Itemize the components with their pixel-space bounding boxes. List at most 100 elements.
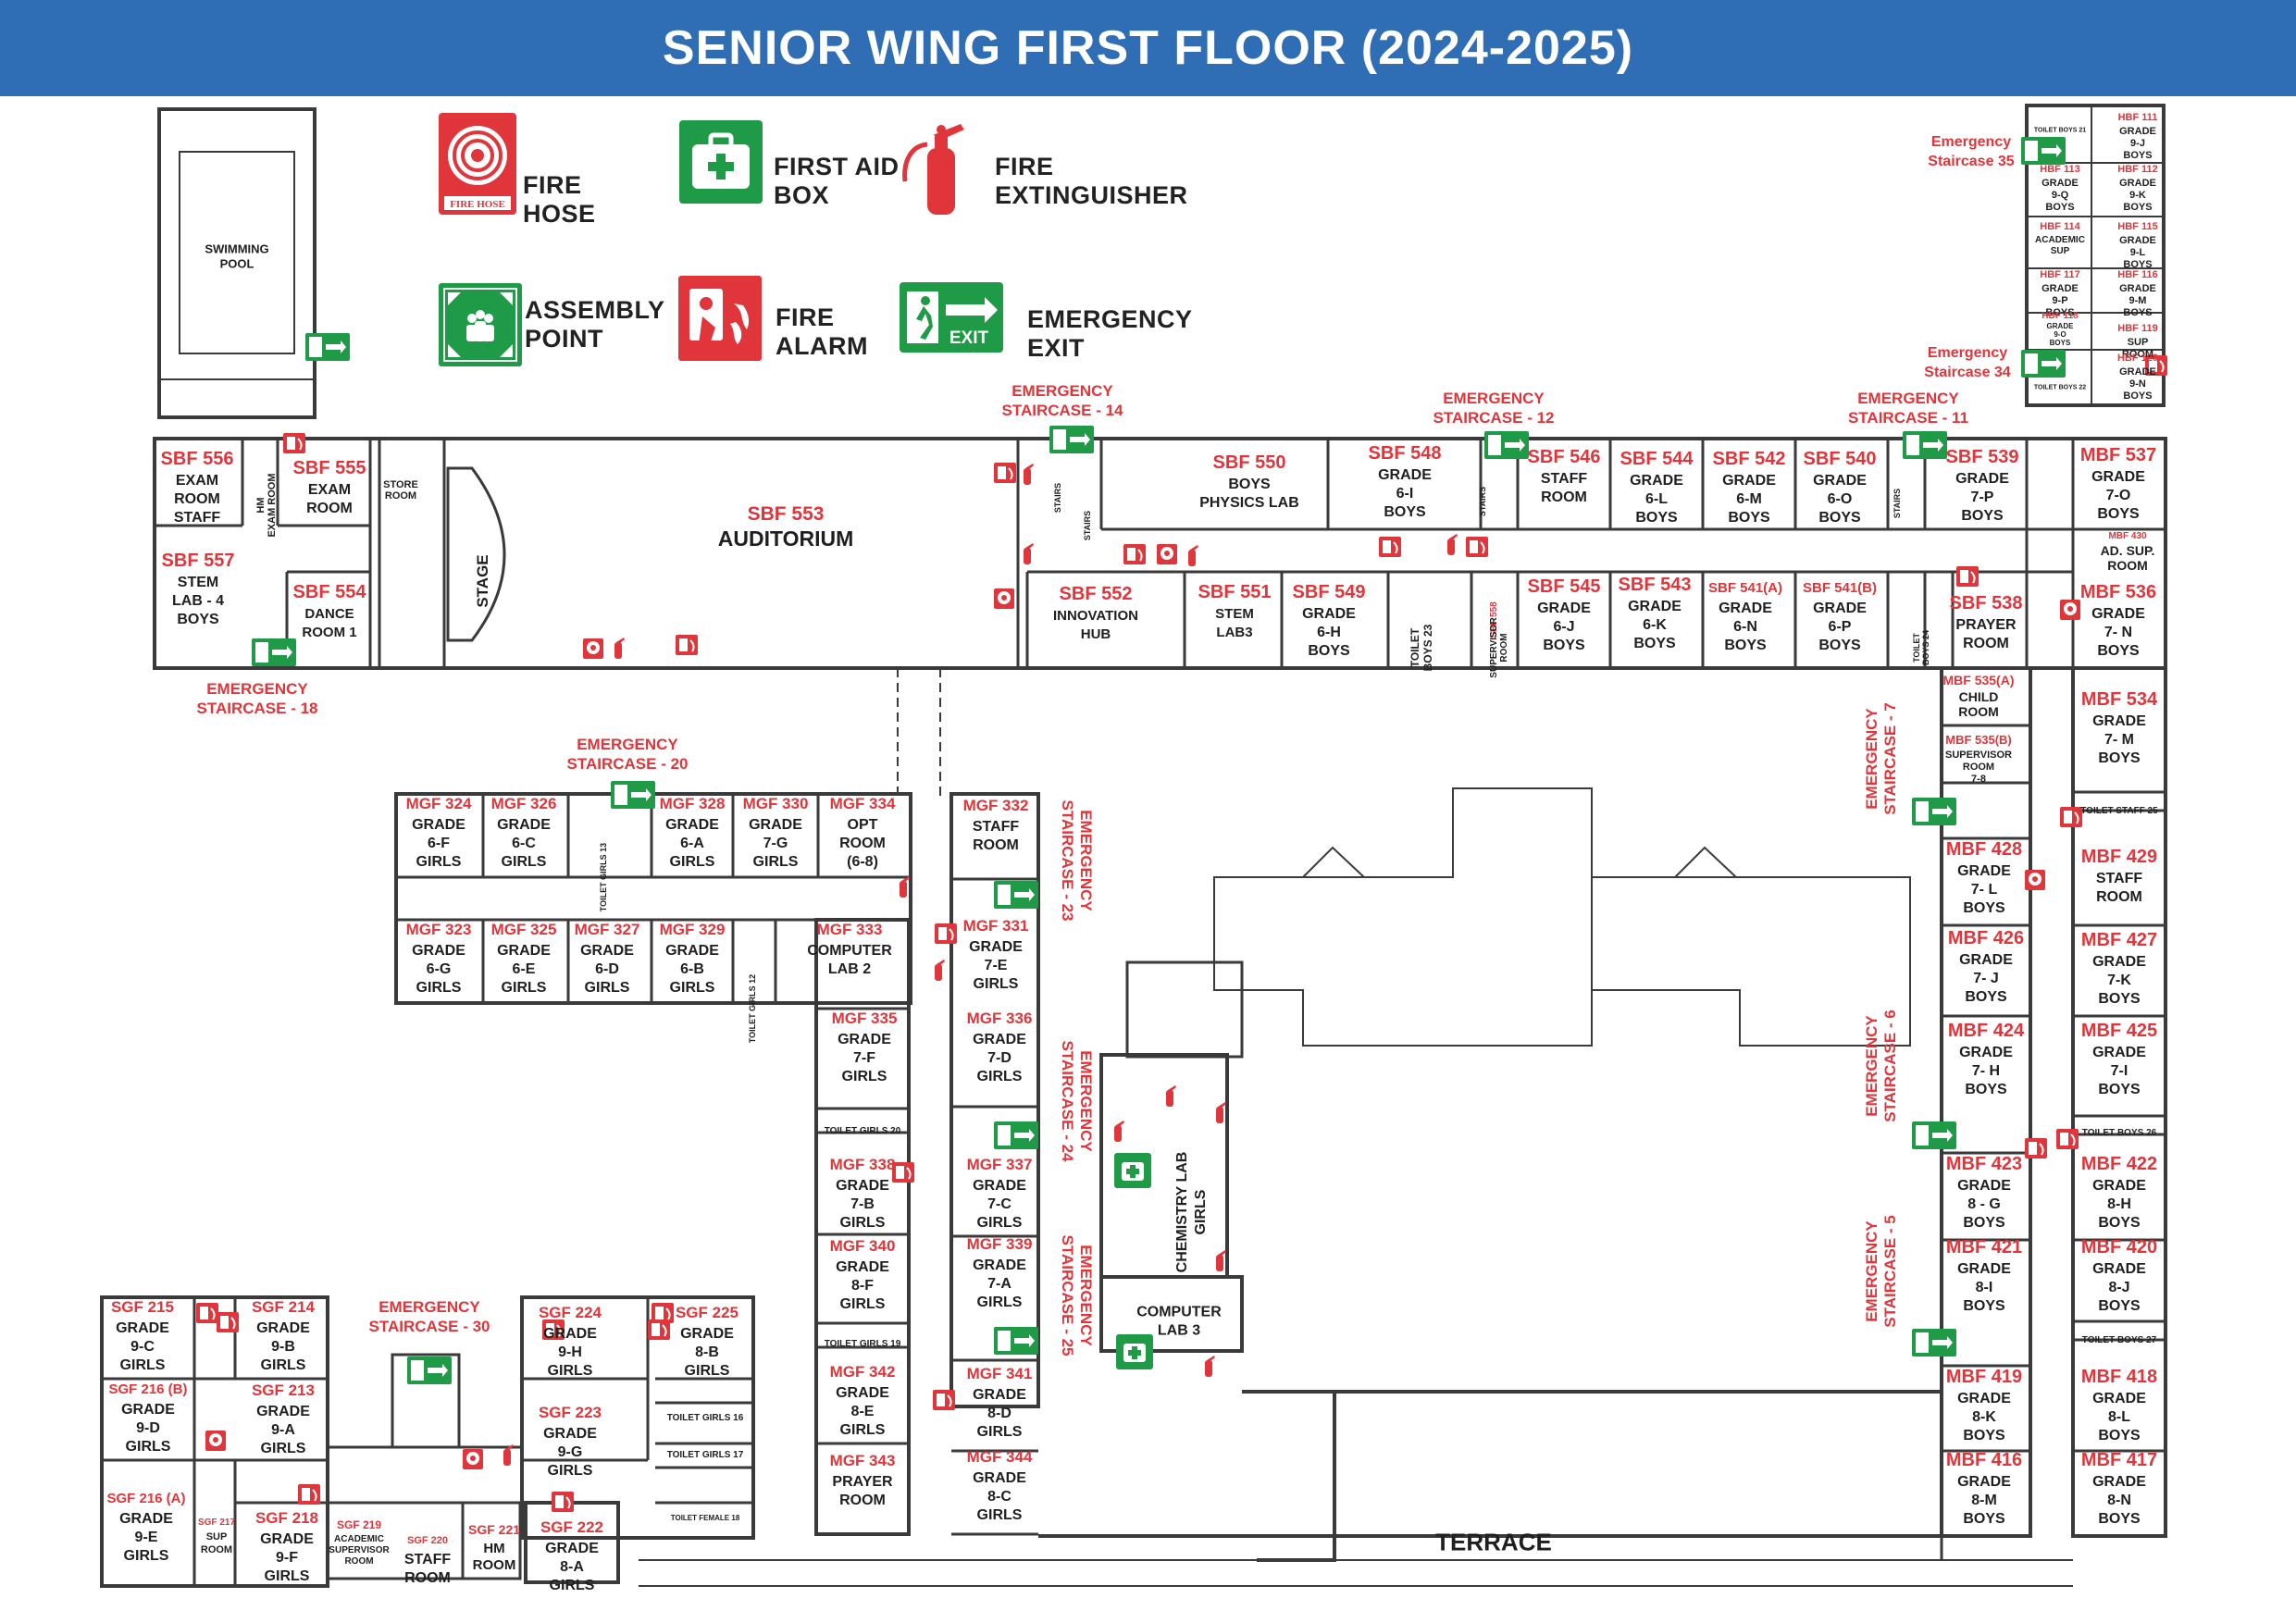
room-code-mbf-420: MBF 420 (2081, 1237, 2157, 1258)
room-label: GRADE (2119, 366, 2156, 378)
room-label: STAFF (973, 819, 1020, 835)
room-label: 9-L (2130, 247, 2146, 258)
room-label: BOYS (1965, 989, 2007, 1005)
emergency-staircase-label: STAIRCASE - 18 (197, 700, 318, 717)
room-label: BOYS (1228, 477, 1271, 492)
room-label: ROOM (344, 1556, 373, 1567)
room-label: SUPERVISOR (1945, 750, 2012, 761)
room-label: BOYS (1818, 638, 1861, 653)
room-label: 8-I (1976, 1280, 1993, 1295)
room-label: 8-A (560, 1559, 584, 1575)
fire-extinguisher-icon (1216, 1250, 1226, 1271)
room-code-sbf-538: SBF 538 (1950, 593, 2023, 613)
room-label: GIRLS (550, 1578, 595, 1593)
room-label: BOYS (1635, 510, 1678, 526)
emergency-exit-icon (305, 333, 350, 361)
fire-alarm-icon (1379, 537, 1401, 557)
room-code-mgf-337: MGF 337 (967, 1156, 1033, 1173)
emergency-staircase-label: STAIRCASE - 30 (369, 1318, 490, 1335)
room-label: TOILET GIRLS 12 (748, 974, 757, 1043)
room-label: GRADE (2042, 178, 2079, 189)
fire-alarm-icon (933, 1390, 955, 1410)
room-label: GRADE (1813, 601, 1867, 616)
room-label: 9-J (2130, 138, 2145, 149)
room-label: GRADE (2047, 322, 2075, 330)
room-label: 8-L (2108, 1409, 2130, 1425)
room-label: GIRLS (977, 1507, 1023, 1523)
room-code-mbf-429: MBF 429 (2081, 847, 2157, 867)
room-label: 9-Q (2052, 190, 2069, 201)
room-label: 8-C (987, 1489, 1011, 1505)
room-code-sbf-550: SBF 550 (1213, 452, 1286, 473)
room-label: AUDITORIUM (718, 527, 854, 551)
fire-alarm-icon (1123, 544, 1146, 564)
room-label: BOYS 24 (1921, 630, 1930, 665)
room-label: GRADE (1302, 606, 1356, 622)
room-label: GIRLS (548, 1363, 593, 1379)
room-label: 9-M (2129, 295, 2147, 306)
room-label: GIRLS (685, 1363, 730, 1379)
room-label: TOILET (1912, 633, 1921, 663)
room-label: TOILET (1409, 627, 1421, 667)
room-label: GRADE (2092, 1391, 2146, 1406)
room-label: 9-F (276, 1550, 298, 1566)
room-label: STAIRS (1083, 511, 1092, 540)
emergency-exit-icon (252, 638, 296, 666)
room-label: BOYS 23 (1421, 624, 1434, 671)
room-code-mbf-534: MBF 534 (2081, 689, 2158, 710)
room-label: 6-B (680, 961, 704, 977)
room-label: 6-D (595, 961, 619, 977)
room-code-sbf-544: SBF 544 (1620, 449, 1694, 469)
emergency-staircase-label: EMERGENCY (379, 1298, 480, 1316)
room-label: GIRLS (585, 980, 630, 996)
room-label: 6-A (680, 836, 704, 851)
room-label: CHILD (1959, 689, 1999, 704)
room-label: GIRLS (1193, 1189, 1209, 1234)
room-label: 7- M (2104, 732, 2134, 748)
room-label: GRADE (1957, 1474, 2011, 1490)
room-label: ROOM (1963, 762, 1994, 773)
room-label: ROOM (1541, 489, 1587, 505)
emergency-exit-icon (2021, 350, 2066, 378)
emergency-staircase-label: EMERGENCY (1077, 1245, 1095, 1346)
room-label: GRADE (838, 1032, 891, 1047)
fire-alarm-icon (676, 635, 698, 655)
room-label: BOYS (2123, 307, 2152, 318)
emergency-staircase-label: Staircase 35 (1928, 154, 2015, 169)
room-label: STAFF (1541, 471, 1588, 487)
room-label: BOYS (2123, 390, 2152, 402)
room-label: 6-G (427, 961, 452, 977)
room-code-mbf-430: MBF 430 (2108, 531, 2147, 541)
room-code-sbf-542: SBF 542 (1713, 449, 1786, 469)
room-label: TOILET GIRLS 19 (825, 1339, 901, 1349)
room-code-sbf-554: SBF 554 (293, 582, 367, 602)
fire-alarm-icon (283, 433, 305, 453)
room-label: GRADE (116, 1320, 169, 1336)
room-code-mbf-536: MBF 536 (2080, 582, 2156, 602)
fire-alarm-icon (1466, 537, 1488, 557)
room-label: GRADE (1957, 863, 2011, 879)
room-label: STAGE (474, 554, 491, 607)
room-code-mbf-422: MBF 422 (2081, 1154, 2157, 1174)
room-label: GIRLS (502, 980, 547, 996)
room-label: GRADE (1630, 473, 1683, 489)
emergency-staircase-label: STAIRCASE - 20 (567, 755, 689, 773)
room-label: GIRLS (120, 1357, 166, 1373)
room-label: GRADE (1722, 473, 1776, 489)
room-code-mbf-421: MBF 421 (1946, 1237, 2022, 1258)
room-code-mbf-417: MBF 417 (2081, 1450, 2157, 1470)
room-label: GIRLS (261, 1441, 306, 1456)
room-label: 7-B (850, 1196, 875, 1212)
room-label: HM (255, 497, 267, 513)
emergency-exit-icon (994, 881, 1038, 909)
emergency-staircase-label: STAIRCASE - 11 (1848, 409, 1968, 427)
room-label: GRADE (973, 1387, 1026, 1403)
room-label: 6-O (1828, 491, 1853, 507)
room-label: GRADE (836, 1259, 889, 1275)
room-label: LAB 3 (1158, 1322, 1200, 1338)
room-label: GIRLS (261, 1357, 306, 1373)
room-code-hbf-118: HBF 118 (2042, 311, 2079, 321)
room-label: GIRLS (840, 1422, 886, 1438)
room-label: STEM (1215, 606, 1254, 622)
room-label: GRADE (2092, 954, 2146, 970)
